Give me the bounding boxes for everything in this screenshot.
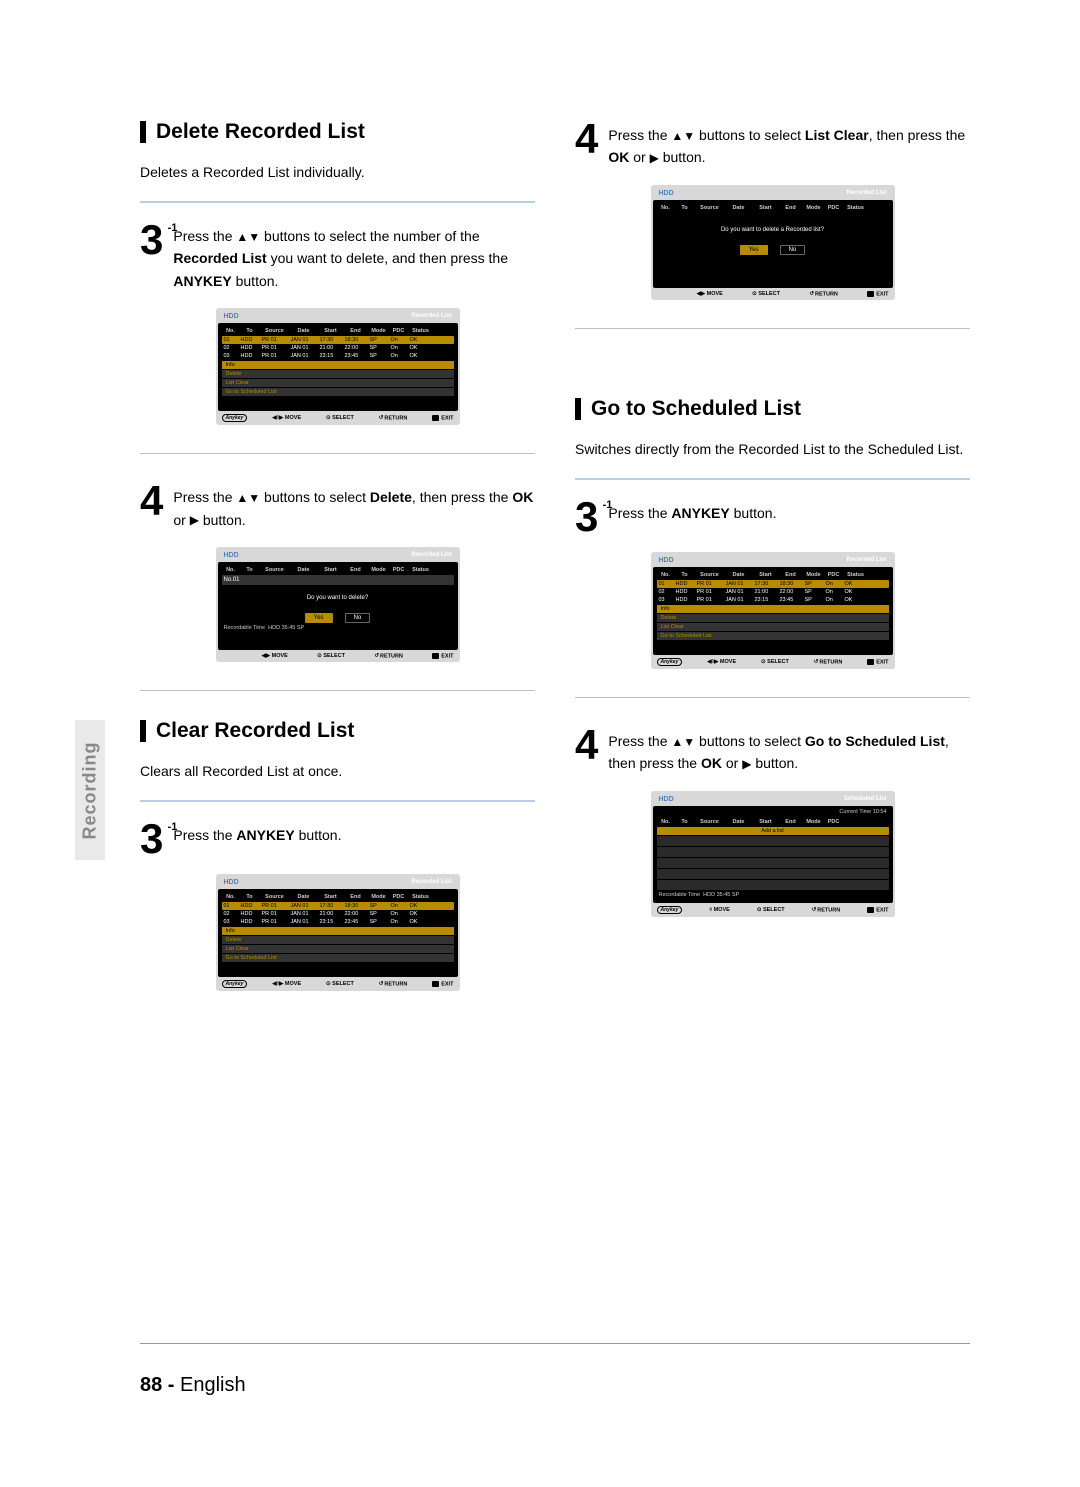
step-3-delete: 3-1 Press the ▲▼ buttons to select the n…	[140, 221, 535, 292]
separator	[140, 201, 535, 203]
thin-separator	[140, 453, 535, 454]
step-4-goto: 4 Press the ▲▼ buttons to select Go to S…	[575, 726, 970, 775]
heading-goto: Go to Scheduled List	[575, 397, 970, 421]
play-icon: ▶	[190, 511, 199, 530]
osd-delete-confirm: HDDRecorded List No.ToSourceDateStartEnd…	[216, 547, 460, 662]
heading-bar	[140, 720, 146, 742]
page-language: English	[180, 1374, 246, 1396]
no-button[interactable]: No	[780, 245, 806, 255]
heading-delete: Delete Recorded List	[140, 120, 535, 144]
yes-button[interactable]: Yes	[740, 245, 768, 255]
heading-clear-text: Clear Recorded List	[156, 719, 354, 743]
step-number: 3-1	[140, 820, 163, 858]
side-tab: Recording	[75, 720, 105, 860]
heading-bar	[140, 121, 146, 143]
heading-delete-text: Delete Recorded List	[156, 120, 365, 144]
step-text: Press the ANYKEY button.	[608, 498, 776, 524]
heading-goto-text: Go to Scheduled List	[591, 397, 801, 421]
page-bottom-rule	[140, 1343, 970, 1344]
yes-button[interactable]: Yes	[305, 613, 333, 623]
page-number: 88 -	[140, 1374, 174, 1396]
no-button[interactable]: No	[345, 613, 371, 623]
step-4-delete: 4 Press the ▲▼ buttons to select Delete,…	[140, 482, 535, 531]
thin-separator	[575, 697, 970, 698]
updown-icon: ▲▼	[236, 489, 260, 508]
desc-goto: Switches directly from the Recorded List…	[575, 439, 970, 460]
osd-clear-list: HDDRecorded List No.ToSourceDateStartEnd…	[216, 874, 460, 991]
step-text: Press the ▲▼ buttons to select Delete, t…	[173, 482, 535, 531]
heading-clear: Clear Recorded List	[140, 719, 535, 743]
desc-delete: Deletes a Recorded List individually.	[140, 162, 535, 183]
step-number: 4	[575, 726, 598, 764]
step-3-goto: 3-1 Press the ANYKEY button.	[575, 498, 970, 536]
step-3-clear: 3-1 Press the ANYKEY button.	[140, 820, 535, 858]
step-number: 4	[140, 482, 163, 520]
right-column: 4 Press the ▲▼ buttons to select List Cl…	[575, 120, 970, 1001]
updown-icon: ▲▼	[236, 228, 260, 247]
separator	[575, 478, 970, 480]
osd-delete-list: HDDRecorded List No.ToSourceDateStartEnd…	[216, 308, 460, 425]
step-text: Press the ▲▼ buttons to select the numbe…	[173, 221, 535, 292]
step-number: 3-1	[140, 221, 163, 259]
heading-bar	[575, 398, 581, 420]
page-footer: 88 - English	[140, 1374, 246, 1397]
osd-listclear-confirm: HDDRecorded List No.ToSourceDateStartEnd…	[651, 185, 895, 300]
step-4-listclear: 4 Press the ▲▼ buttons to select List Cl…	[575, 120, 970, 169]
osd-goto-list: HDDRecorded List No.ToSourceDateStartEnd…	[651, 552, 895, 669]
separator	[140, 800, 535, 802]
side-tab-label: Recording	[80, 741, 101, 839]
osd-scheduled-list: HDDScheduled List Current Time 10:54 No.…	[651, 791, 895, 917]
step-text: Press the ▲▼ buttons to select Go to Sch…	[608, 726, 970, 775]
step-text: Press the ▲▼ buttons to select List Clea…	[608, 120, 970, 169]
play-icon: ▶	[650, 149, 659, 168]
step-number: 3-1	[575, 498, 598, 536]
left-column: Delete Recorded List Deletes a Recorded …	[140, 120, 535, 1001]
updown-icon: ▲▼	[671, 733, 695, 752]
thin-separator	[575, 328, 970, 329]
desc-clear: Clears all Recorded List at once.	[140, 761, 535, 782]
step-text: Press the ANYKEY button.	[173, 820, 341, 846]
step-number: 4	[575, 120, 598, 158]
updown-icon: ▲▼	[671, 127, 695, 146]
thin-separator	[140, 690, 535, 691]
